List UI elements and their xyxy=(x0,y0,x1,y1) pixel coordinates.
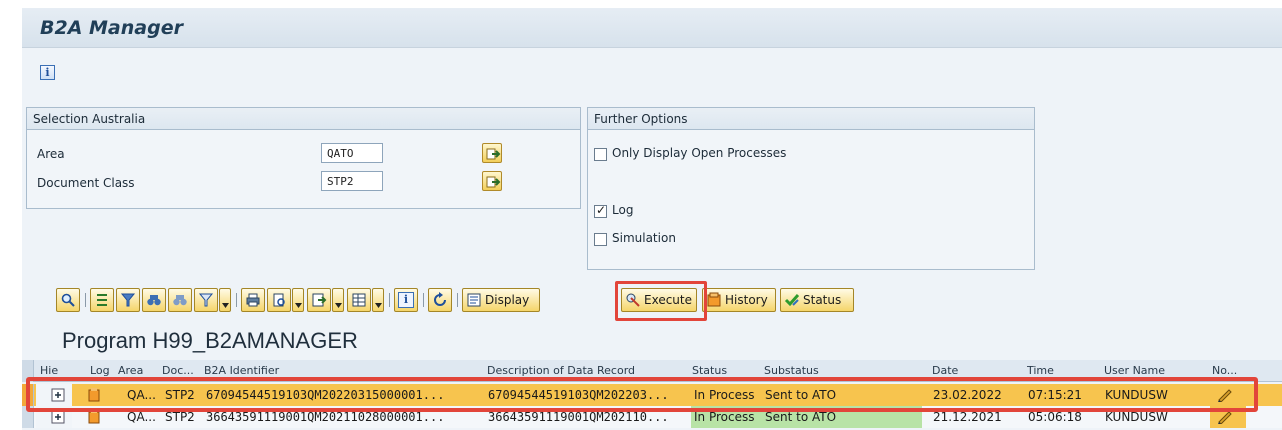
chevron-down-icon xyxy=(335,303,342,308)
export-button[interactable] xyxy=(307,288,331,312)
display-button-label: Display xyxy=(485,293,530,307)
export-icon xyxy=(312,293,327,307)
toolbar-separator xyxy=(389,293,390,307)
column-header-user-name[interactable]: User Name xyxy=(1104,364,1204,377)
execute-highlight xyxy=(615,281,707,321)
arrow-right-icon xyxy=(486,176,501,188)
column-header-b2a-identifier[interactable]: B2A Identifier xyxy=(204,364,384,377)
find-button[interactable] xyxy=(142,288,166,312)
further-options-title: Further Options xyxy=(588,108,1034,130)
layout-dropdown-button[interactable] xyxy=(372,288,384,312)
layout-grid-icon xyxy=(352,293,366,307)
area-label: Area xyxy=(37,147,65,161)
alv-toolbar: i Display Execute History Status xyxy=(22,281,1282,321)
binoculars-icon xyxy=(147,295,161,306)
column-header-description[interactable]: Description of Data Record xyxy=(487,364,687,377)
toolbar-separator xyxy=(457,293,458,307)
history-icon xyxy=(707,292,721,307)
column-header-log[interactable]: Log xyxy=(90,364,114,377)
info-icon: i xyxy=(398,292,414,308)
display-button[interactable]: Display xyxy=(462,288,540,312)
toolbar-separator xyxy=(236,293,237,307)
history-button[interactable]: History xyxy=(702,288,776,312)
info-icon[interactable]: i xyxy=(40,65,55,80)
app-title: B2A Manager xyxy=(40,17,183,39)
document-class-multiple-selection-button[interactable] xyxy=(482,171,502,191)
printer-icon xyxy=(246,293,260,307)
status-button-label: Status xyxy=(803,293,842,307)
chevron-down-icon xyxy=(222,303,229,308)
details-button[interactable] xyxy=(56,288,80,312)
expand-icon xyxy=(51,410,65,424)
area-field[interactable]: QATO xyxy=(321,143,383,163)
only-open-checkbox[interactable] xyxy=(594,148,607,161)
info-button[interactable]: i xyxy=(394,288,418,312)
toolbar-separator xyxy=(423,293,424,307)
column-header-time[interactable]: Time xyxy=(1027,364,1087,377)
selection-group-title: Selection Australia xyxy=(27,108,580,130)
simulation-label: Simulation xyxy=(612,231,676,245)
chevron-down-icon xyxy=(295,303,302,308)
layout-button[interactable] xyxy=(347,288,371,312)
pencil-icon xyxy=(1218,411,1232,425)
refresh-button[interactable] xyxy=(428,288,452,312)
magnifier-icon xyxy=(61,293,75,307)
column-header-status[interactable]: Status xyxy=(692,364,752,377)
column-header-substatus[interactable]: Substatus xyxy=(764,364,864,377)
column-header-hierarchy[interactable]: Hie xyxy=(40,364,60,377)
status-checkmark-icon xyxy=(784,294,800,307)
column-header-date[interactable]: Date xyxy=(932,364,1002,377)
binoculars-next-icon xyxy=(173,295,187,306)
funnel-icon xyxy=(198,293,214,307)
print-dropdown-button[interactable] xyxy=(292,288,304,312)
log-checkbox[interactable]: ✓ xyxy=(594,203,607,218)
document-class-field[interactable]: STP2 xyxy=(321,171,383,191)
set-filter-button[interactable] xyxy=(194,288,218,312)
sap-screen: B2A Manager i Selection Australia Area Q… xyxy=(22,8,1282,430)
print-button[interactable] xyxy=(241,288,265,312)
log-icon xyxy=(88,410,100,424)
find-next-button[interactable] xyxy=(168,288,192,312)
selected-row-highlight xyxy=(26,377,1258,412)
toolbar-separator xyxy=(85,293,86,307)
only-open-label: Only Display Open Processes xyxy=(612,146,787,160)
status-button[interactable]: Status xyxy=(780,288,854,312)
filter-dropdown-button[interactable] xyxy=(219,288,231,312)
display-icon xyxy=(467,293,481,307)
title-bar: B2A Manager xyxy=(22,8,1282,48)
history-button-label: History xyxy=(725,293,768,307)
filter-button[interactable] xyxy=(116,288,140,312)
simulation-checkbox[interactable] xyxy=(594,233,607,246)
print-preview-button[interactable] xyxy=(267,288,291,312)
chevron-down-icon xyxy=(375,303,382,308)
export-dropdown-button[interactable] xyxy=(332,288,344,312)
refresh-icon xyxy=(434,292,446,306)
further-options-group: Further Options Only Display Open Proces… xyxy=(587,107,1035,270)
filter-icon xyxy=(120,293,136,307)
document-preview-icon xyxy=(273,293,285,307)
program-title: Program H99_B2AMANAGER xyxy=(62,328,358,353)
column-header-note[interactable]: No... xyxy=(1212,364,1252,377)
column-header-area[interactable]: Area xyxy=(118,364,150,377)
checkmark-icon: ✓ xyxy=(596,203,607,217)
log-label: Log xyxy=(612,203,634,217)
selection-group: Selection Australia Area QATO Document C… xyxy=(26,107,581,209)
sort-ascending-icon xyxy=(97,294,107,306)
area-multiple-selection-button[interactable] xyxy=(482,143,502,163)
application-toolbar: i xyxy=(22,48,1282,80)
sort-ascending-button[interactable] xyxy=(90,288,114,312)
arrow-right-icon xyxy=(486,148,501,160)
column-header-document[interactable]: Doc... xyxy=(162,364,198,377)
document-class-label: Document Class xyxy=(37,176,135,190)
